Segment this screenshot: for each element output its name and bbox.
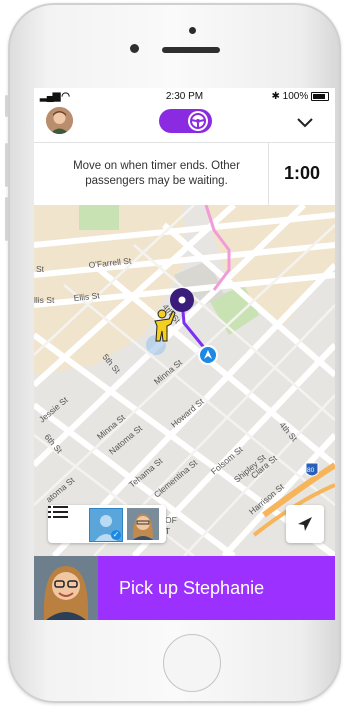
list-icon[interactable] (48, 505, 68, 519)
street-label: OF (165, 515, 177, 525)
earpiece-speaker (162, 47, 220, 53)
battery-icon (311, 91, 329, 101)
freeway-number: 80 (307, 467, 315, 474)
navigation-arrow-icon (298, 517, 312, 531)
street-label: St (36, 264, 45, 274)
street-label: llis St (34, 295, 55, 305)
steering-wheel-icon (190, 113, 206, 129)
current-location-icon (198, 345, 218, 365)
battery-percent: 100% (282, 91, 309, 102)
driver-avatar[interactable] (46, 107, 73, 134)
map-controls: ✓ (48, 505, 166, 543)
pickup-action-bar[interactable]: Pick up Stephanie (34, 556, 335, 620)
passenger-thumbnail-selected[interactable]: ✓ (89, 508, 123, 542)
front-camera (130, 44, 139, 53)
park-area (79, 205, 119, 230)
home-button[interactable] (163, 634, 221, 692)
status-bar: ▂▄▆ ◠ 2:30 PM ✱ 100% (34, 88, 335, 104)
map-canvas: St O'Farrell St llis St Ellis St 4th St … (34, 205, 335, 556)
sensor-dot (189, 27, 196, 34)
volume-down-button (5, 197, 8, 241)
volume-up-button (5, 143, 8, 187)
recenter-button[interactable] (286, 505, 324, 543)
passenger-thumbnail[interactable] (127, 508, 159, 540)
battery-indicator: ✱ 100% (271, 91, 329, 102)
destination-pin[interactable] (170, 288, 194, 312)
bluetooth-icon: ✱ (271, 91, 280, 102)
passenger-photo (127, 508, 159, 540)
app-screen: ▂▄▆ ◠ 2:30 PM ✱ 100% Move on when timer … (34, 88, 335, 620)
driver-mode-toggle[interactable] (159, 109, 212, 133)
pickup-label: Pick up Stephanie (119, 578, 265, 598)
passenger-photo-large (34, 556, 98, 620)
countdown-timer: 1:00 (283, 163, 321, 183)
side-button (5, 95, 8, 117)
freeway-shield: 80 (305, 462, 319, 477)
timer-notice: Move on when timer ends. Other passenger… (34, 142, 335, 207)
toggle-knob (188, 111, 208, 131)
top-bar (34, 104, 335, 142)
notice-message: Move on when timer ends. Other passenger… (73, 160, 240, 187)
chevron-down-icon[interactable] (296, 115, 314, 129)
checkmark-icon: ✓ (111, 530, 121, 540)
map-view[interactable]: St O'Farrell St llis St Ellis St 4th St … (34, 205, 335, 556)
